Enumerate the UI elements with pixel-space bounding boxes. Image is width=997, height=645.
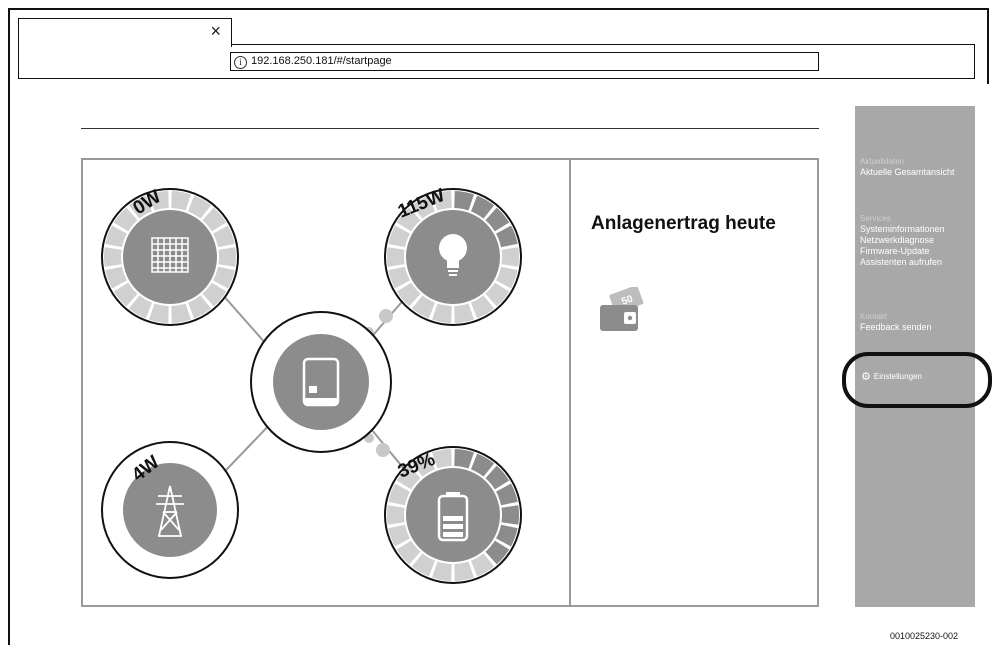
flow-dot-battery-1 (376, 443, 390, 457)
menu-group-contact: Kontakt Feedback senden (860, 312, 932, 333)
menu-item-feedback[interactable]: Feedback senden (860, 322, 932, 333)
g-consumption-segment (501, 247, 519, 267)
menu-item-overview[interactable]: Aktuelle Gesamtansicht (860, 167, 955, 178)
address-bar[interactable]: i 192.168.250.181/#/startpage (230, 52, 819, 71)
figure-id: 0010025230-002 (890, 631, 959, 641)
menu-heading: Services (860, 214, 891, 223)
battery-gauge-center (406, 468, 500, 562)
menu-group-services: Services Systeminformationen Netzwerkdia… (860, 214, 945, 268)
battery-gauge[interactable]: 39% (384, 446, 522, 584)
energy-flow-diagram: 0W 115W 4W 39% (101, 185, 522, 584)
menu-item-firmware-update[interactable]: Firmware-Update (860, 246, 945, 257)
menu-item-network-diagnosis[interactable]: Netzwerkdiagnose (860, 235, 945, 246)
g-consumption-segment (387, 247, 405, 267)
g-battery-segment (387, 505, 405, 525)
info-icon[interactable]: i (234, 56, 247, 69)
g-solar-segment (218, 247, 236, 267)
inverter-node[interactable] (250, 311, 392, 453)
inverter-center (273, 334, 369, 430)
g-battery-segment (501, 505, 519, 525)
consumption-gauge[interactable]: 115W (384, 185, 522, 326)
menu-heading: Kontakt (860, 312, 888, 321)
daily-yield-title: Anlagenertrag heute (591, 213, 776, 234)
header-divider (81, 128, 819, 129)
menu-item-system-info[interactable]: Systeminformationen (860, 224, 945, 235)
g-solar-segment (104, 247, 122, 267)
window-frame-top (8, 8, 989, 10)
browser-tab[interactable]: × (18, 18, 232, 47)
address-url: 192.168.250.181/#/startpage (251, 55, 392, 67)
menu-group-current: Aktuelldaten Aktuelle Gesamtansicht (860, 157, 955, 178)
solar-gauge[interactable]: 0W (101, 186, 239, 326)
menu-item-assistants[interactable]: Assistenten aufrufen (860, 257, 945, 268)
window-frame-left (8, 8, 10, 645)
menu-heading: Aktuelldaten (860, 157, 905, 166)
close-tab-icon[interactable]: × (210, 22, 221, 40)
wallet-money-icon: 50 (600, 287, 644, 331)
settings-highlight-marker (842, 352, 992, 408)
solar-panel-icon (151, 237, 189, 273)
flow-dot-consumption-1 (379, 309, 393, 323)
window-frame-right (987, 8, 989, 84)
grid-gauge[interactable]: 4W (101, 441, 239, 579)
panel-divider (569, 158, 571, 607)
